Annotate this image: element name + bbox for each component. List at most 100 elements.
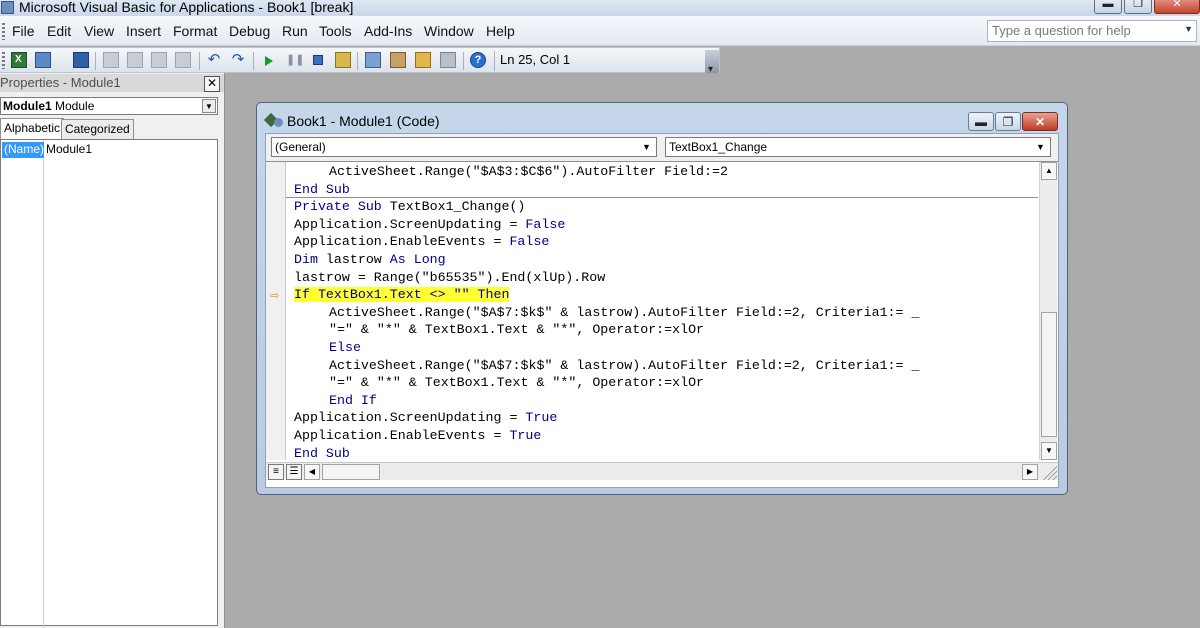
toolbar-separator [253, 52, 254, 70]
object-combo-dropdown-icon[interactable]: ▼ [639, 140, 654, 154]
help-dropdown-icon[interactable]: ▼ [1184, 24, 1193, 34]
vertical-scrollbar[interactable]: ▲ ▼ [1039, 162, 1057, 460]
property-row[interactable]: (Name) Module1 [2, 142, 218, 158]
tab-categorized[interactable]: Categorized [61, 119, 134, 139]
help-search-input[interactable]: Type a question for help ▼ [987, 20, 1197, 42]
code-close-button[interactable]: ✕ [1022, 112, 1058, 131]
code-line[interactable]: Application.ScreenUpdating = False [294, 216, 565, 234]
restore-icon: ❐ [1133, 0, 1143, 10]
menu-insert[interactable]: Insert [126, 23, 161, 39]
breakpoint-margin[interactable] [266, 162, 286, 460]
procedure-view-icon[interactable]: ≡ [268, 464, 284, 480]
code-restore-button[interactable]: ❐ [995, 112, 1021, 131]
cut-icon[interactable] [103, 52, 119, 68]
code-line[interactable]: Application.ScreenUpdating = True [294, 409, 557, 427]
menu-grip-icon[interactable] [2, 23, 5, 40]
code-minimize-button[interactable]: ▬ [968, 112, 994, 131]
menu-file[interactable]: File [12, 23, 35, 39]
restore-icon: ❐ [1002, 115, 1014, 129]
horizontal-scroll-thumb[interactable] [322, 464, 380, 480]
copy-icon[interactable] [127, 52, 143, 68]
tab-alphabetic[interactable]: Alphabetic [0, 118, 65, 140]
menu-view[interactable]: View [84, 23, 114, 39]
code-line[interactable]: Dim lastrow As Long [294, 251, 446, 269]
code-lines[interactable]: ActiveSheet.Range("$A$3:$C$6").AutoFilte… [294, 163, 1034, 461]
resize-grip-icon[interactable] [1041, 464, 1057, 480]
code-line[interactable]: "=" & "*" & TextBox1.Text & "*", Operato… [329, 374, 704, 392]
insert-userform-icon[interactable] [35, 52, 51, 68]
menu-tools[interactable]: Tools [319, 23, 352, 39]
code-line[interactable]: Else [329, 339, 361, 357]
toolbar-separator [463, 52, 464, 70]
find-icon[interactable] [175, 52, 191, 68]
object-combo[interactable]: (General) ▼ [271, 137, 657, 157]
code-line[interactable]: "=" & "*" & TextBox1.Text & "*", Operato… [329, 321, 704, 339]
procedure-combo-dropdown-icon[interactable]: ▼ [1033, 140, 1048, 154]
code-window-controls: ▬ ❐ ✕ [968, 112, 1058, 131]
scroll-right-icon[interactable]: ▶ [1022, 464, 1038, 480]
code-line[interactable]: End Sub [294, 445, 350, 463]
help-icon[interactable]: ? [470, 52, 486, 68]
procedure-combo[interactable]: TextBox1_Change ▼ [665, 137, 1051, 157]
code-line[interactable]: ActiveSheet.Range("$A$7:$k$" & lastrow).… [329, 304, 919, 322]
menu-format[interactable]: Format [173, 23, 217, 39]
toolbar-separator [95, 52, 96, 70]
code-line[interactable]: lastrow = Range("b65535").End(xlUp).Row [294, 269, 605, 287]
code-line[interactable]: End If [329, 392, 377, 410]
object-browser-icon[interactable] [415, 52, 431, 68]
break-icon[interactable]: ❚❚ [286, 52, 304, 68]
toolbar-options-icon[interactable] [705, 50, 719, 75]
properties-grid: (Name) Module1 [0, 139, 218, 627]
object-dropdown-icon[interactable]: ▼ [202, 99, 216, 113]
property-name[interactable]: (Name) [2, 142, 44, 158]
object-name: Module1 [3, 99, 52, 113]
save-icon[interactable] [73, 52, 89, 68]
properties-title-bar: Properties - Module1 ✕ [0, 74, 224, 92]
toolbox-icon[interactable] [440, 52, 456, 68]
restore-button[interactable]: ❐ [1124, 0, 1152, 14]
scroll-down-icon[interactable]: ▼ [1041, 442, 1057, 460]
properties-title: Properties - Module1 [0, 75, 121, 90]
window-title: Microsoft Visual Basic for Applications … [19, 0, 354, 15]
code-line[interactable]: Private Sub TextBox1_Change() [294, 198, 525, 216]
object-combo-value: (General) [275, 140, 326, 154]
properties-window: Properties - Module1 ✕ Module1 Module ▼ … [0, 73, 225, 628]
property-value[interactable]: Module1 [46, 142, 92, 156]
properties-close-icon[interactable]: ✕ [204, 76, 220, 92]
full-module-view-icon[interactable]: ☰ [286, 464, 302, 480]
code-line[interactable]: ActiveSheet.Range("$A$3:$C$6").AutoFilte… [329, 163, 728, 181]
run-icon[interactable] [265, 56, 273, 66]
menu-edit[interactable]: Edit [47, 23, 71, 39]
toolbar-grip-icon[interactable] [2, 52, 5, 69]
design-mode-icon[interactable] [335, 52, 351, 68]
close-button[interactable]: ✕ [1154, 0, 1200, 14]
toolbar-separator [199, 52, 200, 70]
vertical-scroll-thumb[interactable] [1041, 312, 1057, 437]
view-excel-icon[interactable] [11, 52, 27, 68]
menu-add-ins[interactable]: Add-Ins [364, 23, 412, 39]
menu-window[interactable]: Window [424, 23, 474, 39]
project-explorer-icon[interactable] [365, 52, 381, 68]
menu-help[interactable]: Help [486, 23, 515, 39]
undo-icon[interactable]: ↶ [206, 52, 222, 68]
menu-debug[interactable]: Debug [229, 23, 270, 39]
code-window-body: (General) ▼ TextBox1_Change ▼ ⇨ ActiveSh… [265, 133, 1059, 488]
code-line[interactable]: Application.EnableEvents = False [294, 233, 549, 251]
code-line[interactable]: Application.EnableEvents = True [294, 427, 541, 445]
object-select[interactable]: Module1 Module ▼ [0, 97, 218, 115]
menu-run[interactable]: Run [282, 23, 308, 39]
grid-divider[interactable] [43, 140, 44, 627]
scroll-left-icon[interactable]: ◀ [304, 464, 320, 480]
properties-window-icon[interactable] [390, 52, 406, 68]
code-line[interactable]: ActiveSheet.Range("$A$7:$k$" & lastrow).… [329, 357, 919, 375]
object-type: Module [55, 99, 95, 113]
redo-icon[interactable]: ↷ [230, 52, 246, 68]
code-line[interactable]: End Sub [294, 181, 350, 199]
code-line[interactable]: If TextBox1.Text <> "" Then [294, 286, 510, 304]
reset-icon[interactable] [313, 55, 323, 65]
minimize-button[interactable]: ▬ [1094, 0, 1122, 14]
paste-icon[interactable] [151, 52, 167, 68]
code-editor[interactable]: ⇨ ActiveSheet.Range("$A$3:$C$6").AutoFil… [266, 161, 1058, 487]
scroll-up-icon[interactable]: ▲ [1041, 162, 1057, 180]
vba-app-icon[interactable] [1, 1, 14, 14]
